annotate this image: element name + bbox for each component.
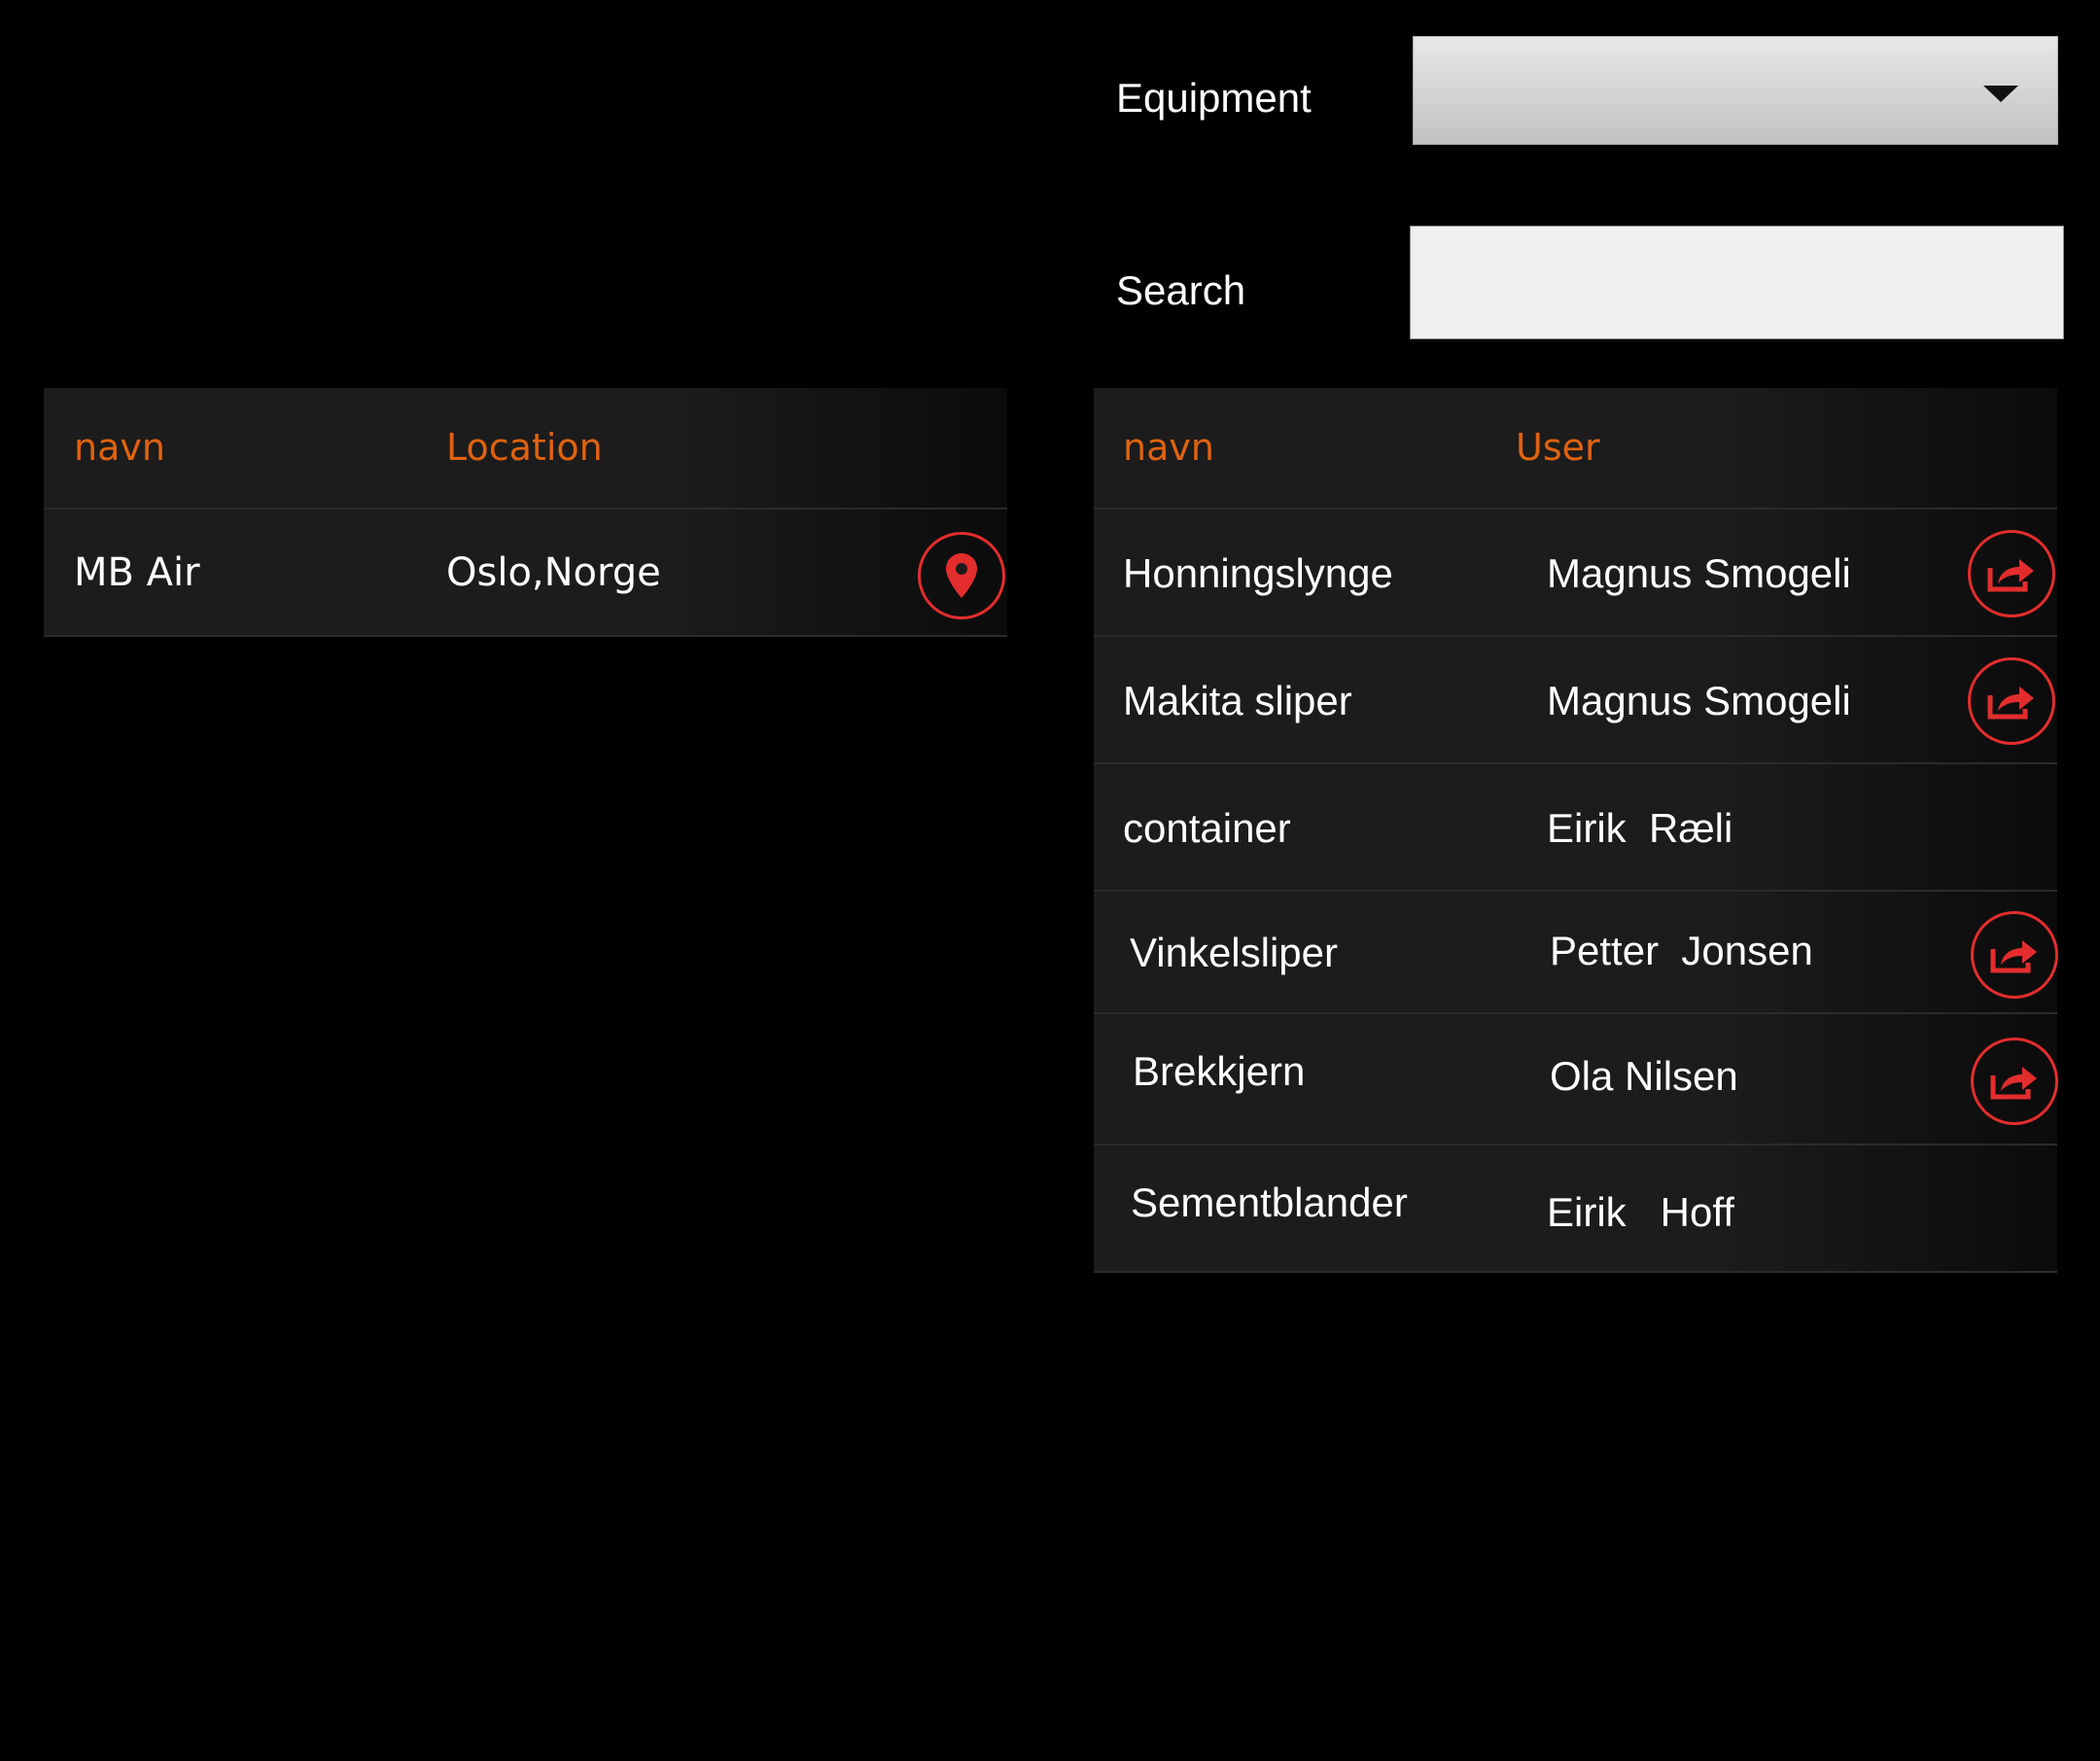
location-pin-icon <box>946 553 977 598</box>
equipment-user: Petter Jonsen <box>1550 928 1813 973</box>
share-icon <box>1987 559 2034 592</box>
table-row[interactable]: Brekkjern Ola Nilsen <box>1094 1014 2058 1145</box>
share-button[interactable] <box>1971 911 2058 999</box>
share-button[interactable] <box>1968 657 2055 745</box>
equipment-location: Oslo,Norge <box>446 550 661 595</box>
column-header-user: User <box>1516 426 1600 469</box>
equipment-user: Ola Nilsen <box>1550 1053 1738 1099</box>
share-button[interactable] <box>1968 530 2055 617</box>
table-row[interactable]: container Eirik Ræli <box>1094 764 2057 892</box>
share-button[interactable] <box>1971 1038 2058 1125</box>
equipment-user: Magnus Smogeli <box>1547 678 1851 723</box>
table-row[interactable]: MB Air Oslo,Norge <box>44 510 1007 637</box>
equipment-name: Vinkelsliper <box>1130 930 1338 975</box>
equipment-user: Magnus Smogeli <box>1547 550 1851 596</box>
table-row[interactable]: Sementblander Eirik Hoff <box>1094 1145 2057 1273</box>
equipment-table: navn User Honningslynge Magnus Smogeli M… <box>1094 388 2058 1273</box>
equipment-name: Brekkjern <box>1133 1048 1306 1094</box>
equipment-user: Eirik Hoff <box>1547 1189 1734 1235</box>
search-input[interactable] <box>1410 226 2064 339</box>
equipment-name: MB Air <box>74 550 200 595</box>
share-icon <box>1990 940 2037 973</box>
share-icon <box>1990 1067 2037 1100</box>
column-header-navn: navn <box>74 426 165 469</box>
locations-table-header: navn Location <box>44 388 1007 510</box>
locations-table: navn Location MB Air Oslo,Norge <box>44 388 1007 637</box>
table-row[interactable]: Honningslynge Magnus Smogeli <box>1094 510 2057 637</box>
equipment-dropdown[interactable] <box>1413 36 2058 145</box>
equipment-label: Equipment <box>1116 75 1312 121</box>
equipment-name: Makita sliper <box>1123 678 1352 723</box>
search-label: Search <box>1116 267 1246 313</box>
equipment-name: container <box>1123 805 1291 851</box>
equipment-user: Eirik Ræli <box>1547 805 1733 851</box>
column-header-location: Location <box>446 426 603 469</box>
table-row[interactable]: Vinkelsliper Petter Jonsen <box>1094 892 2058 1014</box>
dropdown-arrow-icon <box>1983 86 2018 102</box>
location-pin-button[interactable] <box>918 532 1005 619</box>
equipment-name: Honningslynge <box>1123 550 1393 596</box>
column-header-navn: navn <box>1123 426 1214 469</box>
table-row[interactable]: Makita sliper Magnus Smogeli <box>1094 637 2057 764</box>
share-icon <box>1987 687 2034 720</box>
equipment-table-header: navn User <box>1094 388 2057 510</box>
equipment-name: Sementblander <box>1131 1180 1408 1225</box>
